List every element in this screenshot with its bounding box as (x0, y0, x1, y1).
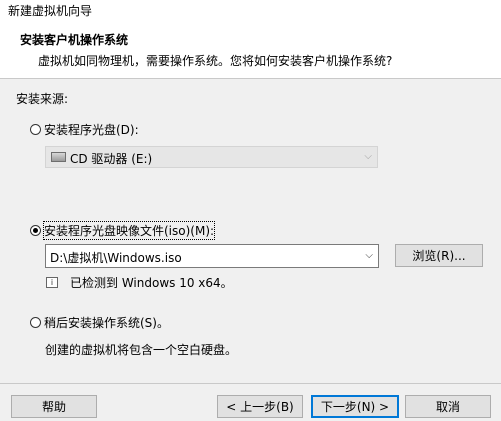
chevron-down-icon[interactable]: ⌵ (365, 250, 373, 261)
later-hint: 创建的虚拟机将包含一个空白硬盘。 (45, 343, 238, 357)
detected-os-row: i 已检测到 Windows 10 x64。 (46, 274, 233, 291)
browse-button[interactable]: 浏览(R)... (395, 244, 483, 267)
disc-radio-label[interactable]: 安装程序光盘(D): (44, 121, 139, 138)
install-source-label: 安装来源: (16, 92, 69, 106)
disc-radio-circle[interactable] (30, 124, 41, 135)
window-title: 新建虚拟机向导 (8, 4, 93, 18)
next-button[interactable]: 下一步(N) > (311, 395, 399, 418)
iso-path-combo[interactable]: D:\虚拟机\Windows.iso ⌵ (45, 244, 379, 268)
page-subtitle: 虚拟机如同物理机，需要操作系统。您将如何安装客户机操作系统? (38, 54, 393, 68)
detected-os-text: 已检测到 Windows 10 x64。 (70, 276, 233, 290)
iso-radio-label[interactable]: 安装程序光盘映像文件(iso)(M): (42, 221, 216, 240)
cancel-button[interactable]: 取消 (405, 395, 491, 418)
disc-radio[interactable]: 安装程序光盘(D): (30, 121, 139, 138)
iso-radio-circle[interactable] (30, 225, 41, 236)
cd-drive-icon (51, 152, 66, 162)
footer-divider (0, 383, 501, 384)
disc-drive-value: CD 驱动器 (E:) (70, 152, 153, 166)
later-radio[interactable]: 稍后安装操作系统(S)。 (30, 314, 169, 331)
iso-path-value[interactable]: D:\虚拟机\Windows.iso (50, 249, 182, 266)
wizard-header: 安装客户机操作系统 虚拟机如同物理机，需要操作系统。您将如何安装客户机操作系统? (0, 20, 501, 79)
later-radio-circle[interactable] (30, 317, 41, 328)
chevron-down-icon: ⌵ (364, 151, 372, 162)
info-icon: i (46, 277, 58, 288)
help-button[interactable]: 帮助 (11, 395, 97, 418)
disc-drive-select[interactable]: CD 驱动器 (E:) ⌵ (45, 146, 378, 168)
title-bar: 新建虚拟机向导 (0, 0, 501, 20)
back-button[interactable]: < 上一步(B) (217, 395, 303, 418)
page-title: 安装客户机操作系统 (20, 33, 129, 47)
later-radio-label[interactable]: 稍后安装操作系统(S)。 (44, 314, 169, 331)
iso-radio[interactable]: 安装程序光盘映像文件(iso)(M): (30, 221, 216, 240)
